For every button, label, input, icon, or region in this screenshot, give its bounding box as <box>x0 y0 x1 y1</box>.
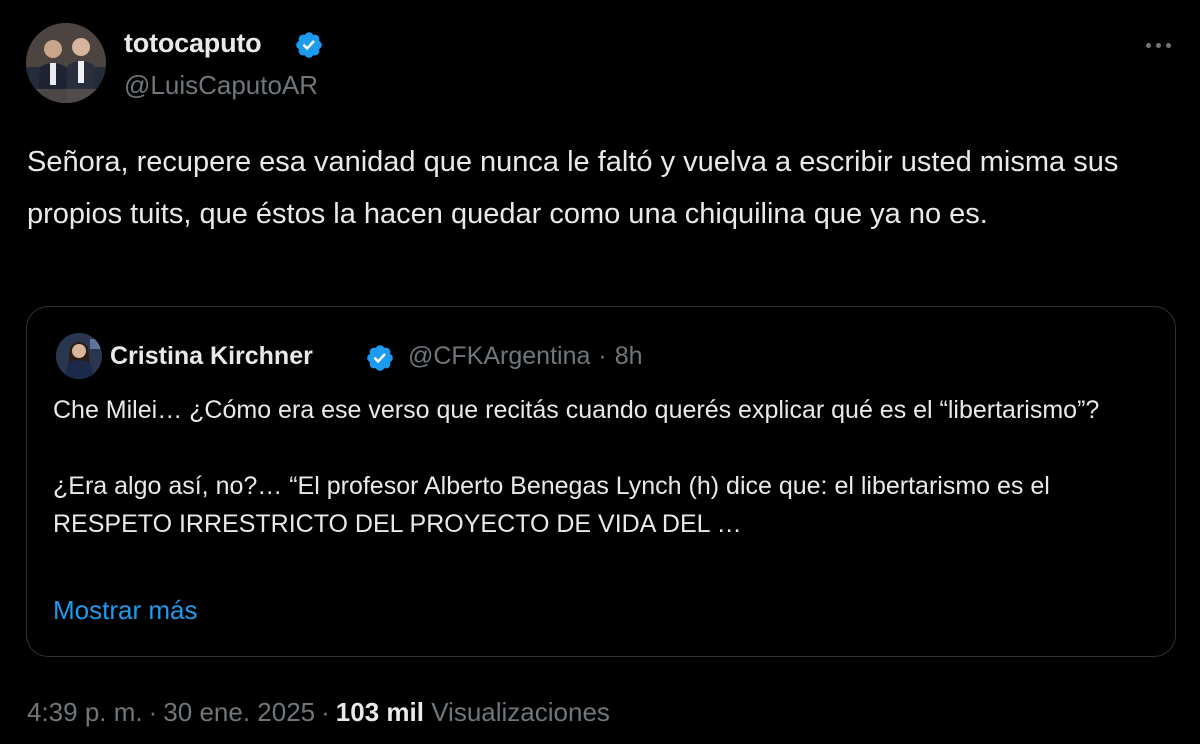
quoted-author-name[interactable]: Cristina Kirchner <box>110 342 313 371</box>
post-time[interactable]: 4:39 p. m. <box>27 697 143 727</box>
quoted-text: Che Milei… ¿Cómo era ese verso que recit… <box>53 391 1153 543</box>
tweet-text: Señora, recupere esa vanidad que nunca l… <box>27 146 1119 230</box>
views-count[interactable]: 103 mil <box>336 697 424 727</box>
quoted-paragraph: ¿Era algo así, no?… “El profesor Alberto… <box>53 472 1050 538</box>
quoted-time-ago[interactable]: 8h <box>615 342 643 370</box>
author-name[interactable]: totocaputo <box>124 28 262 59</box>
verified-badge-icon <box>367 345 393 371</box>
more-options-icon[interactable] <box>1138 30 1178 60</box>
tweet-card: totocaputo @LuisCaputoAR Señora, recuper… <box>0 0 1200 744</box>
verified-badge-icon <box>296 32 322 58</box>
footer-separator: · <box>321 697 330 727</box>
quoted-author-avatar[interactable] <box>56 333 102 379</box>
quoted-paragraph: Che Milei… ¿Cómo era ese verso que recit… <box>53 396 1100 424</box>
quoted-meta: @CFKArgentina · 8h <box>408 342 643 371</box>
show-more-link[interactable]: Mostrar más <box>53 595 197 626</box>
post-date[interactable]: 30 ene. 2025 <box>163 697 315 727</box>
views-label: Visualizaciones <box>431 697 610 727</box>
author-handle[interactable]: @LuisCaputoAR <box>124 70 318 101</box>
footer-separator: · <box>148 697 158 727</box>
tweet-footer: 4:39 p. m. · 30 ene. 2025 · 103 mil Visualiz… <box>27 697 610 728</box>
meta-separator: · <box>598 342 607 370</box>
author-avatar[interactable] <box>26 23 106 103</box>
quoted-tweet[interactable]: Cristina Kirchner @CFKArgentina · 8h Che M… <box>26 306 1176 657</box>
quoted-author-handle[interactable]: @CFKArgentina <box>408 342 590 370</box>
